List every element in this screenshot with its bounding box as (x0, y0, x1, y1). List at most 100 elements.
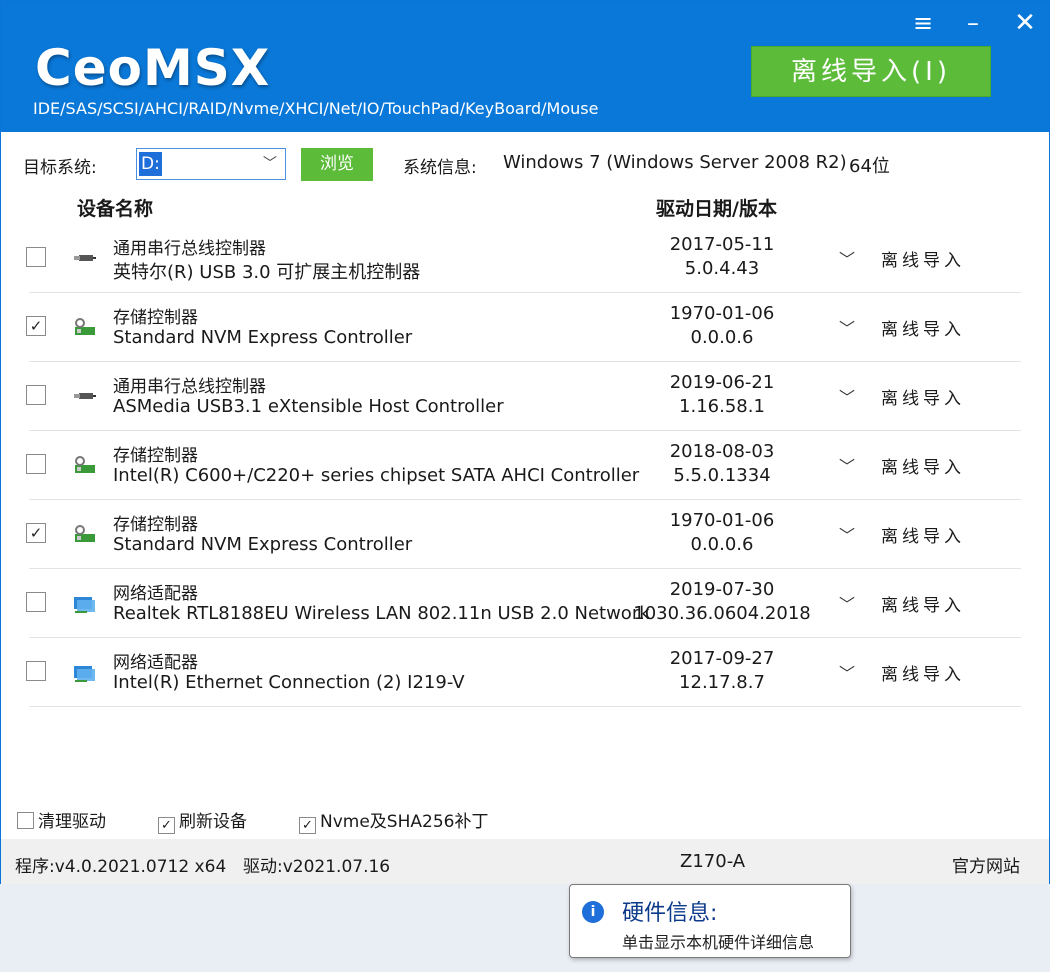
nvme-patch-checkbox[interactable]: ✓ (299, 817, 316, 834)
row-offline-import-button[interactable]: 离线导入 (881, 315, 965, 340)
row-divider (29, 706, 1021, 707)
device-category: 存储控制器 (113, 515, 198, 535)
option-refresh-devices[interactable]: ✓ 刷新设备 (158, 807, 247, 834)
driver-version: 1030.36.0604.2018 (633, 603, 811, 624)
network-icon (74, 597, 95, 613)
driver-version: 0.0.0.6 (690, 327, 754, 348)
device-name: Realtek RTL8188EU Wireless LAN 802.11n U… (113, 603, 650, 624)
hamburger-icon[interactable]: ≡ (909, 9, 937, 37)
driver-version: 5.5.0.1334 (673, 465, 771, 486)
official-website-link[interactable]: 官方网站 (952, 852, 1020, 877)
target-system-label: 目标系统: (23, 158, 97, 178)
device-row: ✓ 存储控制器 Standard NVM Express Controller … (1, 293, 1049, 362)
driver-date: 2019-07-30 (669, 579, 775, 600)
storage-icon (75, 525, 95, 542)
device-checkbox[interactable] (26, 385, 46, 405)
row-offline-import-button[interactable]: 离线导入 (881, 660, 965, 685)
target-system-value: D: (139, 152, 162, 176)
device-name: Standard NVM Express Controller (113, 327, 413, 348)
device-name: Intel(R) C600+/C220+ series chipset SATA… (113, 465, 640, 486)
device-category: 存储控制器 (113, 446, 198, 466)
device-category: 网络适配器 (113, 584, 198, 604)
refresh-devices-label: 刷新设备 (179, 812, 247, 832)
target-system-select[interactable]: D: ﹀ (136, 148, 286, 180)
device-checkbox[interactable] (26, 454, 46, 474)
column-header-driver-date: 驱动日期/版本 (656, 198, 777, 220)
driver-date: 2017-09-27 (669, 648, 775, 669)
network-icon (74, 666, 95, 682)
supported-interfaces-text: IDE/SAS/SCSI/AHCI/RAID/Nvme/XHCI/Net/IO/… (33, 99, 599, 118)
minimize-icon[interactable]: – (959, 9, 987, 37)
usb-icon (74, 255, 96, 261)
device-category: 网络适配器 (113, 653, 198, 673)
device-checkbox[interactable] (26, 661, 46, 681)
driver-date: 2017-05-11 (669, 234, 775, 255)
header: CeoMSX IDE/SAS/SCSI/AHCI/RAID/Nvme/XHCI/… (1, 1, 1049, 132)
tooltip-text: 单击显示本机硬件详细信息 (622, 933, 815, 952)
device-name: ASMedia USB3.1 eXtensible Host Controlle… (113, 396, 504, 417)
driver-date: 2019-06-21 (669, 372, 775, 393)
row-offline-import-button[interactable]: 离线导入 (881, 522, 965, 547)
chevron-down-icon: ﹀ (263, 156, 277, 172)
device-row: 通用串行总线控制器 ASMedia USB3.1 eXtensible Host… (1, 362, 1049, 431)
device-list: 通用串行总线控制器 英特尔(R) USB 3.0 可扩展主机控制器 2017-0… (1, 224, 1049, 707)
driver-version: 12.17.8.7 (679, 672, 765, 693)
row-offline-import-button[interactable]: 离线导入 (881, 591, 965, 616)
system-info-os: Windows 7 (Windows Server 2008 R2) (503, 152, 847, 173)
device-category: 通用串行总线控制器 (113, 239, 266, 259)
main-window: CeoMSX IDE/SAS/SCSI/AHCI/RAID/Nvme/XHCI/… (0, 0, 1050, 884)
device-row: ✓ 存储控制器 Standard NVM Express Controller … (1, 500, 1049, 569)
device-name: Intel(R) Ethernet Connection (2) I219-V (113, 672, 465, 693)
offline-import-button[interactable]: 离线导入(I) (751, 46, 991, 97)
storage-icon (75, 456, 95, 473)
clean-driver-label: 清理驱动 (38, 812, 106, 832)
chevron-down-icon[interactable]: ﹀ (839, 315, 855, 339)
status-bar: 程序:v4.0.2021.0712 x64 驱动:v2021.07.16 Z17… (1, 839, 1049, 884)
option-clean-driver[interactable]: 清理驱动 (17, 807, 106, 832)
system-info-label: 系统信息: (403, 158, 477, 178)
device-checkbox[interactable]: ✓ (26, 316, 46, 336)
device-name: Standard NVM Express Controller (113, 534, 413, 555)
chevron-down-icon[interactable]: ﹀ (839, 453, 855, 477)
device-category: 存储控制器 (113, 308, 198, 328)
driver-version: 5.0.4.43 (684, 258, 760, 279)
browse-button[interactable]: 浏览 (301, 148, 373, 181)
device-name: 英特尔(R) USB 3.0 可扩展主机控制器 (113, 262, 421, 283)
usb-icon (74, 393, 96, 399)
driver-date: 1970-01-06 (669, 303, 775, 324)
device-row: 网络适配器 Realtek RTL8188EU Wireless LAN 802… (1, 569, 1049, 638)
device-row: 网络适配器 Intel(R) Ethernet Connection (2) I… (1, 638, 1049, 707)
program-version: 程序:v4.0.2021.0712 x64 (15, 857, 227, 877)
driver-version-info: 驱动:v2021.07.16 (243, 857, 391, 877)
chevron-down-icon[interactable]: ﹀ (839, 522, 855, 546)
column-header-device-name: 设备名称 (77, 198, 154, 220)
device-checkbox[interactable] (26, 247, 46, 267)
device-category: 通用串行总线控制器 (113, 377, 266, 397)
close-icon[interactable]: ✕ (1011, 9, 1039, 37)
hardware-info-tooltip: i 硬件信息: 单击显示本机硬件详细信息 (569, 884, 851, 958)
row-offline-import-button[interactable]: 离线导入 (881, 246, 965, 271)
chevron-down-icon[interactable]: ﹀ (839, 591, 855, 615)
storage-icon (75, 318, 95, 335)
device-checkbox[interactable]: ✓ (26, 523, 46, 543)
system-info-bits: 64位 (849, 156, 890, 177)
row-offline-import-button[interactable]: 离线导入 (881, 384, 965, 409)
chevron-down-icon[interactable]: ﹀ (839, 384, 855, 408)
clean-driver-checkbox[interactable] (17, 812, 34, 829)
option-nvme-patch[interactable]: ✓ Nvme及SHA256补丁 (299, 807, 488, 834)
device-row: 存储控制器 Intel(R) C600+/C220+ series chipse… (1, 431, 1049, 500)
chevron-down-icon[interactable]: ﹀ (839, 660, 855, 684)
row-offline-import-button[interactable]: 离线导入 (881, 453, 965, 478)
device-checkbox[interactable] (26, 592, 46, 612)
nvme-patch-label: Nvme及SHA256补丁 (320, 812, 489, 832)
chevron-down-icon[interactable]: ﹀ (839, 246, 855, 270)
device-row: 通用串行总线控制器 英特尔(R) USB 3.0 可扩展主机控制器 2017-0… (1, 224, 1049, 293)
app-logo: CeoMSX (35, 39, 271, 97)
driver-version: 0.0.0.6 (690, 534, 754, 555)
info-icon: i (582, 901, 604, 923)
driver-date: 2018-08-03 (669, 441, 775, 462)
refresh-devices-checkbox[interactable]: ✓ (158, 817, 175, 834)
driver-version: 1.16.58.1 (679, 396, 765, 417)
driver-date: 1970-01-06 (669, 510, 775, 531)
tooltip-title: 硬件信息: (622, 901, 718, 926)
